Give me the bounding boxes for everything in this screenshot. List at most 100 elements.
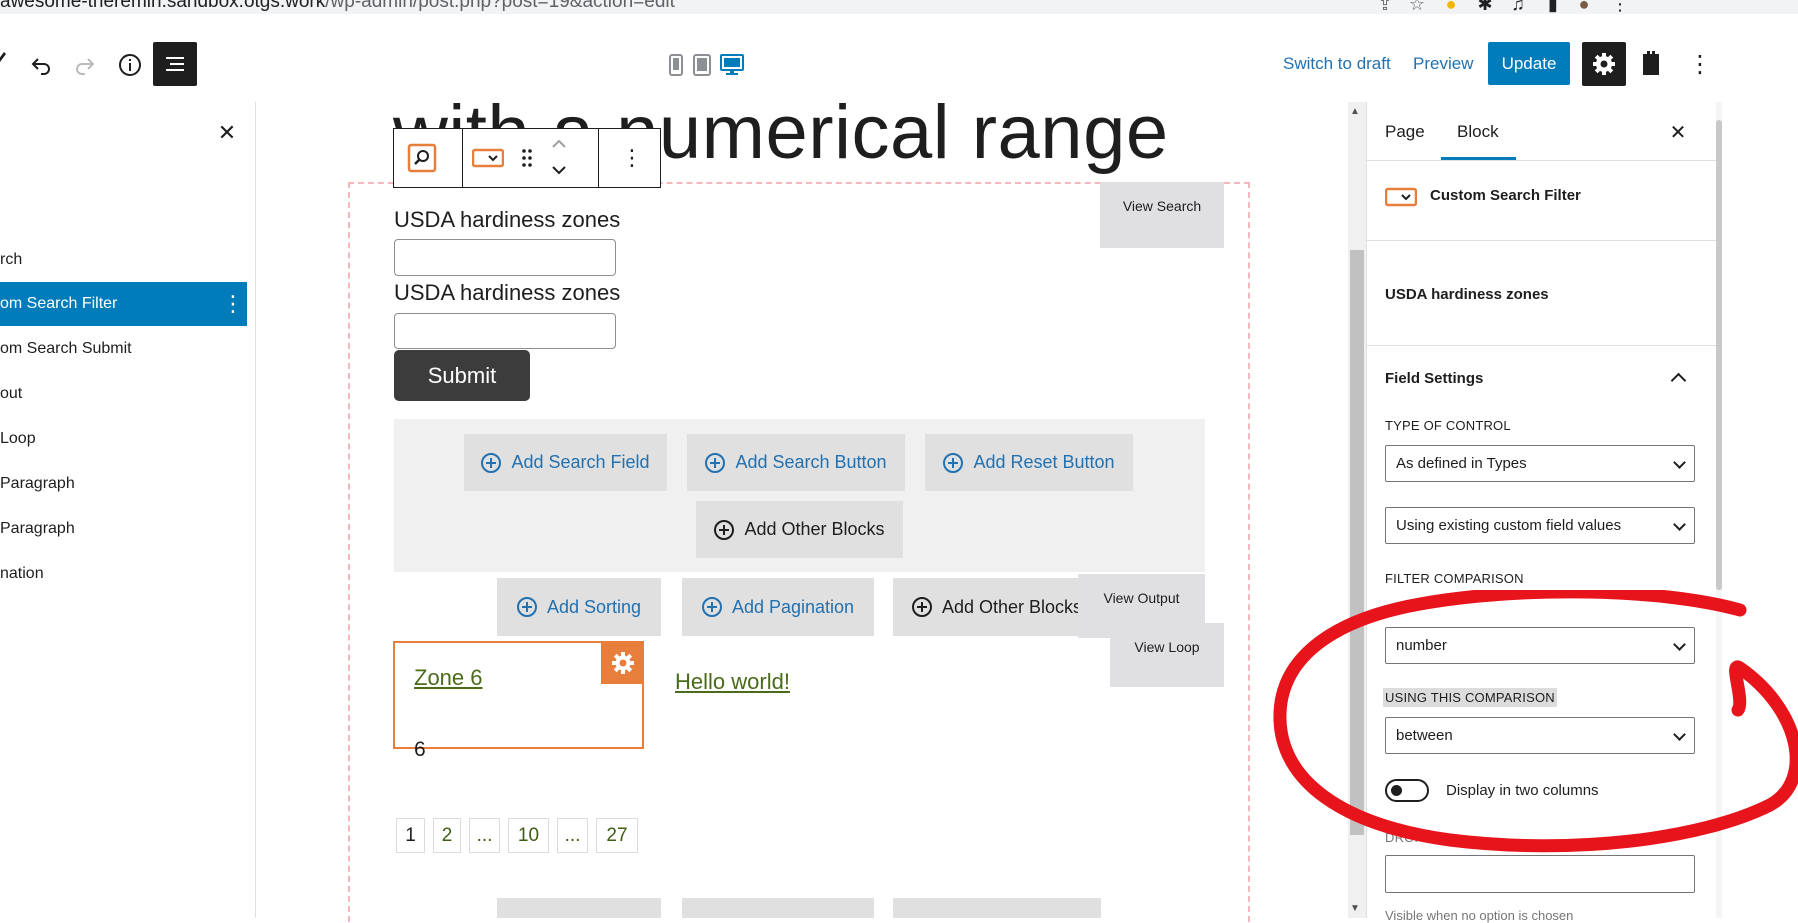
chevron-down-icon: [1673, 456, 1686, 469]
tab-block[interactable]: Block: [1457, 122, 1499, 142]
hello-world-link[interactable]: Hello world!: [675, 669, 790, 695]
pagination-page-2[interactable]: 2: [433, 818, 461, 853]
undo-icon[interactable]: [26, 50, 56, 80]
view-loop-tag[interactable]: View Loop: [1110, 623, 1224, 687]
add-other-blocks-output-button[interactable]: Add Other Blocks: [893, 578, 1101, 636]
pagination-ellipsis-1: ...: [469, 818, 500, 853]
url-path: /wp-admin/post.php?post=19&action=edit: [325, 0, 675, 12]
using-comparison-select[interactable]: between: [1385, 717, 1695, 754]
block-options-icon[interactable]: ⋮: [604, 129, 660, 187]
canvas-scrollbar-thumb[interactable]: [1350, 250, 1364, 835]
block-type-button[interactable]: [468, 129, 508, 187]
list-item-loop[interactable]: Loop: [0, 417, 247, 461]
tab-page[interactable]: Page: [1385, 122, 1425, 142]
using-comparison-value: between: [1396, 727, 1453, 744]
extension-ring-icon[interactable]: ●: [1441, 0, 1461, 14]
add-reset-button-button[interactable]: Add Reset Button: [925, 434, 1133, 491]
profile-avatar[interactable]: ●: [1574, 0, 1594, 14]
list-item-options-icon[interactable]: ⋮: [222, 282, 244, 326]
browser-toolbar: awesome-theremin.sandbox.otgs.work/wp-ad…: [0, 0, 1798, 14]
plus-circle-icon: [516, 597, 537, 617]
preview-button[interactable]: Preview: [1413, 54, 1473, 74]
sidebar-scrollbar-thumb[interactable]: [1716, 120, 1722, 590]
tools-pen-icon[interactable]: [0, 46, 8, 66]
browser-menu-icon[interactable]: ⋮: [1610, 0, 1630, 14]
field2-input[interactable]: [394, 313, 616, 349]
side-panel-icon[interactable]: ▮: [1543, 0, 1563, 14]
add-other-blocks-button[interactable]: Add Other Blocks: [696, 501, 903, 558]
comparison-type-select[interactable]: number: [1385, 627, 1695, 664]
chevron-down-icon: [1673, 518, 1686, 531]
default-option-input[interactable]: [1385, 855, 1695, 893]
field-settings-panel-title[interactable]: Field Settings: [1385, 370, 1483, 387]
add-search-button-label: Add Search Button: [735, 452, 887, 472]
add-sorting-button[interactable]: Add Sorting: [497, 578, 661, 636]
toggle-knob: [1391, 785, 1402, 796]
update-button[interactable]: Update: [1488, 42, 1570, 85]
list-item-paragraph-1[interactable]: Paragraph: [0, 462, 247, 506]
add-pagination-button[interactable]: Add Pagination: [682, 578, 874, 636]
block-card-title: Custom Search Filter: [1430, 187, 1581, 204]
options-more-icon[interactable]: ⋮: [1685, 48, 1715, 80]
inserter-button-partial[interactable]: [497, 898, 661, 918]
parent-block-search-button[interactable]: [394, 129, 450, 187]
pagination-page-1[interactable]: 1: [396, 818, 425, 853]
toolset-plugin-icon[interactable]: [1636, 45, 1666, 81]
add-search-button-button[interactable]: Add Search Button: [687, 434, 905, 491]
submit-button[interactable]: Submit: [394, 350, 530, 401]
details-info-icon[interactable]: [115, 50, 145, 80]
list-item-custom-search-submit[interactable]: om Search Submit: [0, 327, 247, 371]
mobile-preview-icon[interactable]: [664, 52, 688, 78]
close-sidebar-icon[interactable]: ✕: [1663, 117, 1693, 147]
tablet-preview-icon[interactable]: [690, 52, 714, 78]
media-control-icon[interactable]: ♫: [1508, 0, 1528, 14]
two-columns-label: Display in two columns: [1446, 782, 1599, 799]
block-card-icon-wrap: [1384, 187, 1418, 212]
bookmark-star-icon[interactable]: ☆: [1407, 0, 1427, 14]
drag-handle-icon[interactable]: [512, 129, 542, 187]
list-item-label: om Search Filter: [0, 295, 118, 312]
inserter-button-partial[interactable]: [682, 898, 874, 918]
pagination-page-10[interactable]: 10: [508, 818, 549, 853]
scroll-up-arrow-icon[interactable]: ▲: [1350, 106, 1360, 117]
move-down-icon[interactable]: [544, 159, 574, 181]
loop-item-settings-button[interactable]: [601, 641, 644, 684]
filter-comparison-label: FILTER COMPARISON: [1385, 571, 1524, 586]
type-of-control-select[interactable]: As defined in Types: [1385, 445, 1695, 482]
values-source-select[interactable]: Using existing custom field values: [1385, 507, 1695, 544]
view-search-tag[interactable]: View Search: [1100, 182, 1224, 248]
add-sorting-label: Add Sorting: [546, 596, 642, 617]
sidebar-divider: [1366, 240, 1722, 241]
toolbar-separator: [598, 129, 599, 187]
custom-search-filter-icon: [1384, 187, 1418, 207]
scroll-down-arrow-icon[interactable]: ▼: [1350, 903, 1360, 914]
type-of-control-label: TYPE OF CONTROL: [1385, 418, 1511, 433]
extensions-puzzle-icon[interactable]: ✱: [1475, 0, 1495, 14]
pagination-page-27[interactable]: 27: [596, 818, 638, 853]
field1-input[interactable]: [394, 239, 616, 276]
two-columns-toggle[interactable]: [1385, 779, 1429, 802]
list-item-search[interactable]: rch: [0, 238, 247, 282]
share-icon[interactable]: ⇪: [1375, 0, 1395, 14]
close-list-view-icon[interactable]: ✕: [212, 118, 242, 148]
gear-icon: [1593, 53, 1615, 75]
list-item-paragraph-2[interactable]: Paragraph: [0, 507, 247, 551]
sidebar-divider: [1366, 160, 1722, 161]
toolbar-separator: [462, 129, 463, 187]
settings-button[interactable]: [1582, 42, 1626, 86]
add-search-field-button[interactable]: Add Search Field: [464, 434, 667, 491]
list-item-custom-search-filter[interactable]: om Search Filter ⋮: [0, 282, 247, 326]
loop-post-title-link[interactable]: Zone 6: [414, 665, 483, 691]
list-view-icon: [166, 57, 184, 71]
move-up-icon[interactable]: [544, 133, 574, 155]
list-item-pagination[interactable]: nation: [0, 552, 247, 596]
inserter-button-partial[interactable]: [893, 898, 1101, 918]
loop-post-value: 6: [414, 738, 426, 761]
redo-icon[interactable]: [70, 50, 100, 80]
list-item-output[interactable]: out: [0, 372, 247, 416]
desktop-preview-icon[interactable]: [717, 52, 747, 78]
switch-to-draft-button[interactable]: Switch to draft: [1283, 54, 1391, 74]
list-view-button[interactable]: [153, 42, 197, 86]
address-text[interactable]: awesome-theremin.sandbox.otgs.work/wp-ad…: [0, 0, 675, 13]
field1-label: USDA hardiness zones: [394, 207, 621, 232]
